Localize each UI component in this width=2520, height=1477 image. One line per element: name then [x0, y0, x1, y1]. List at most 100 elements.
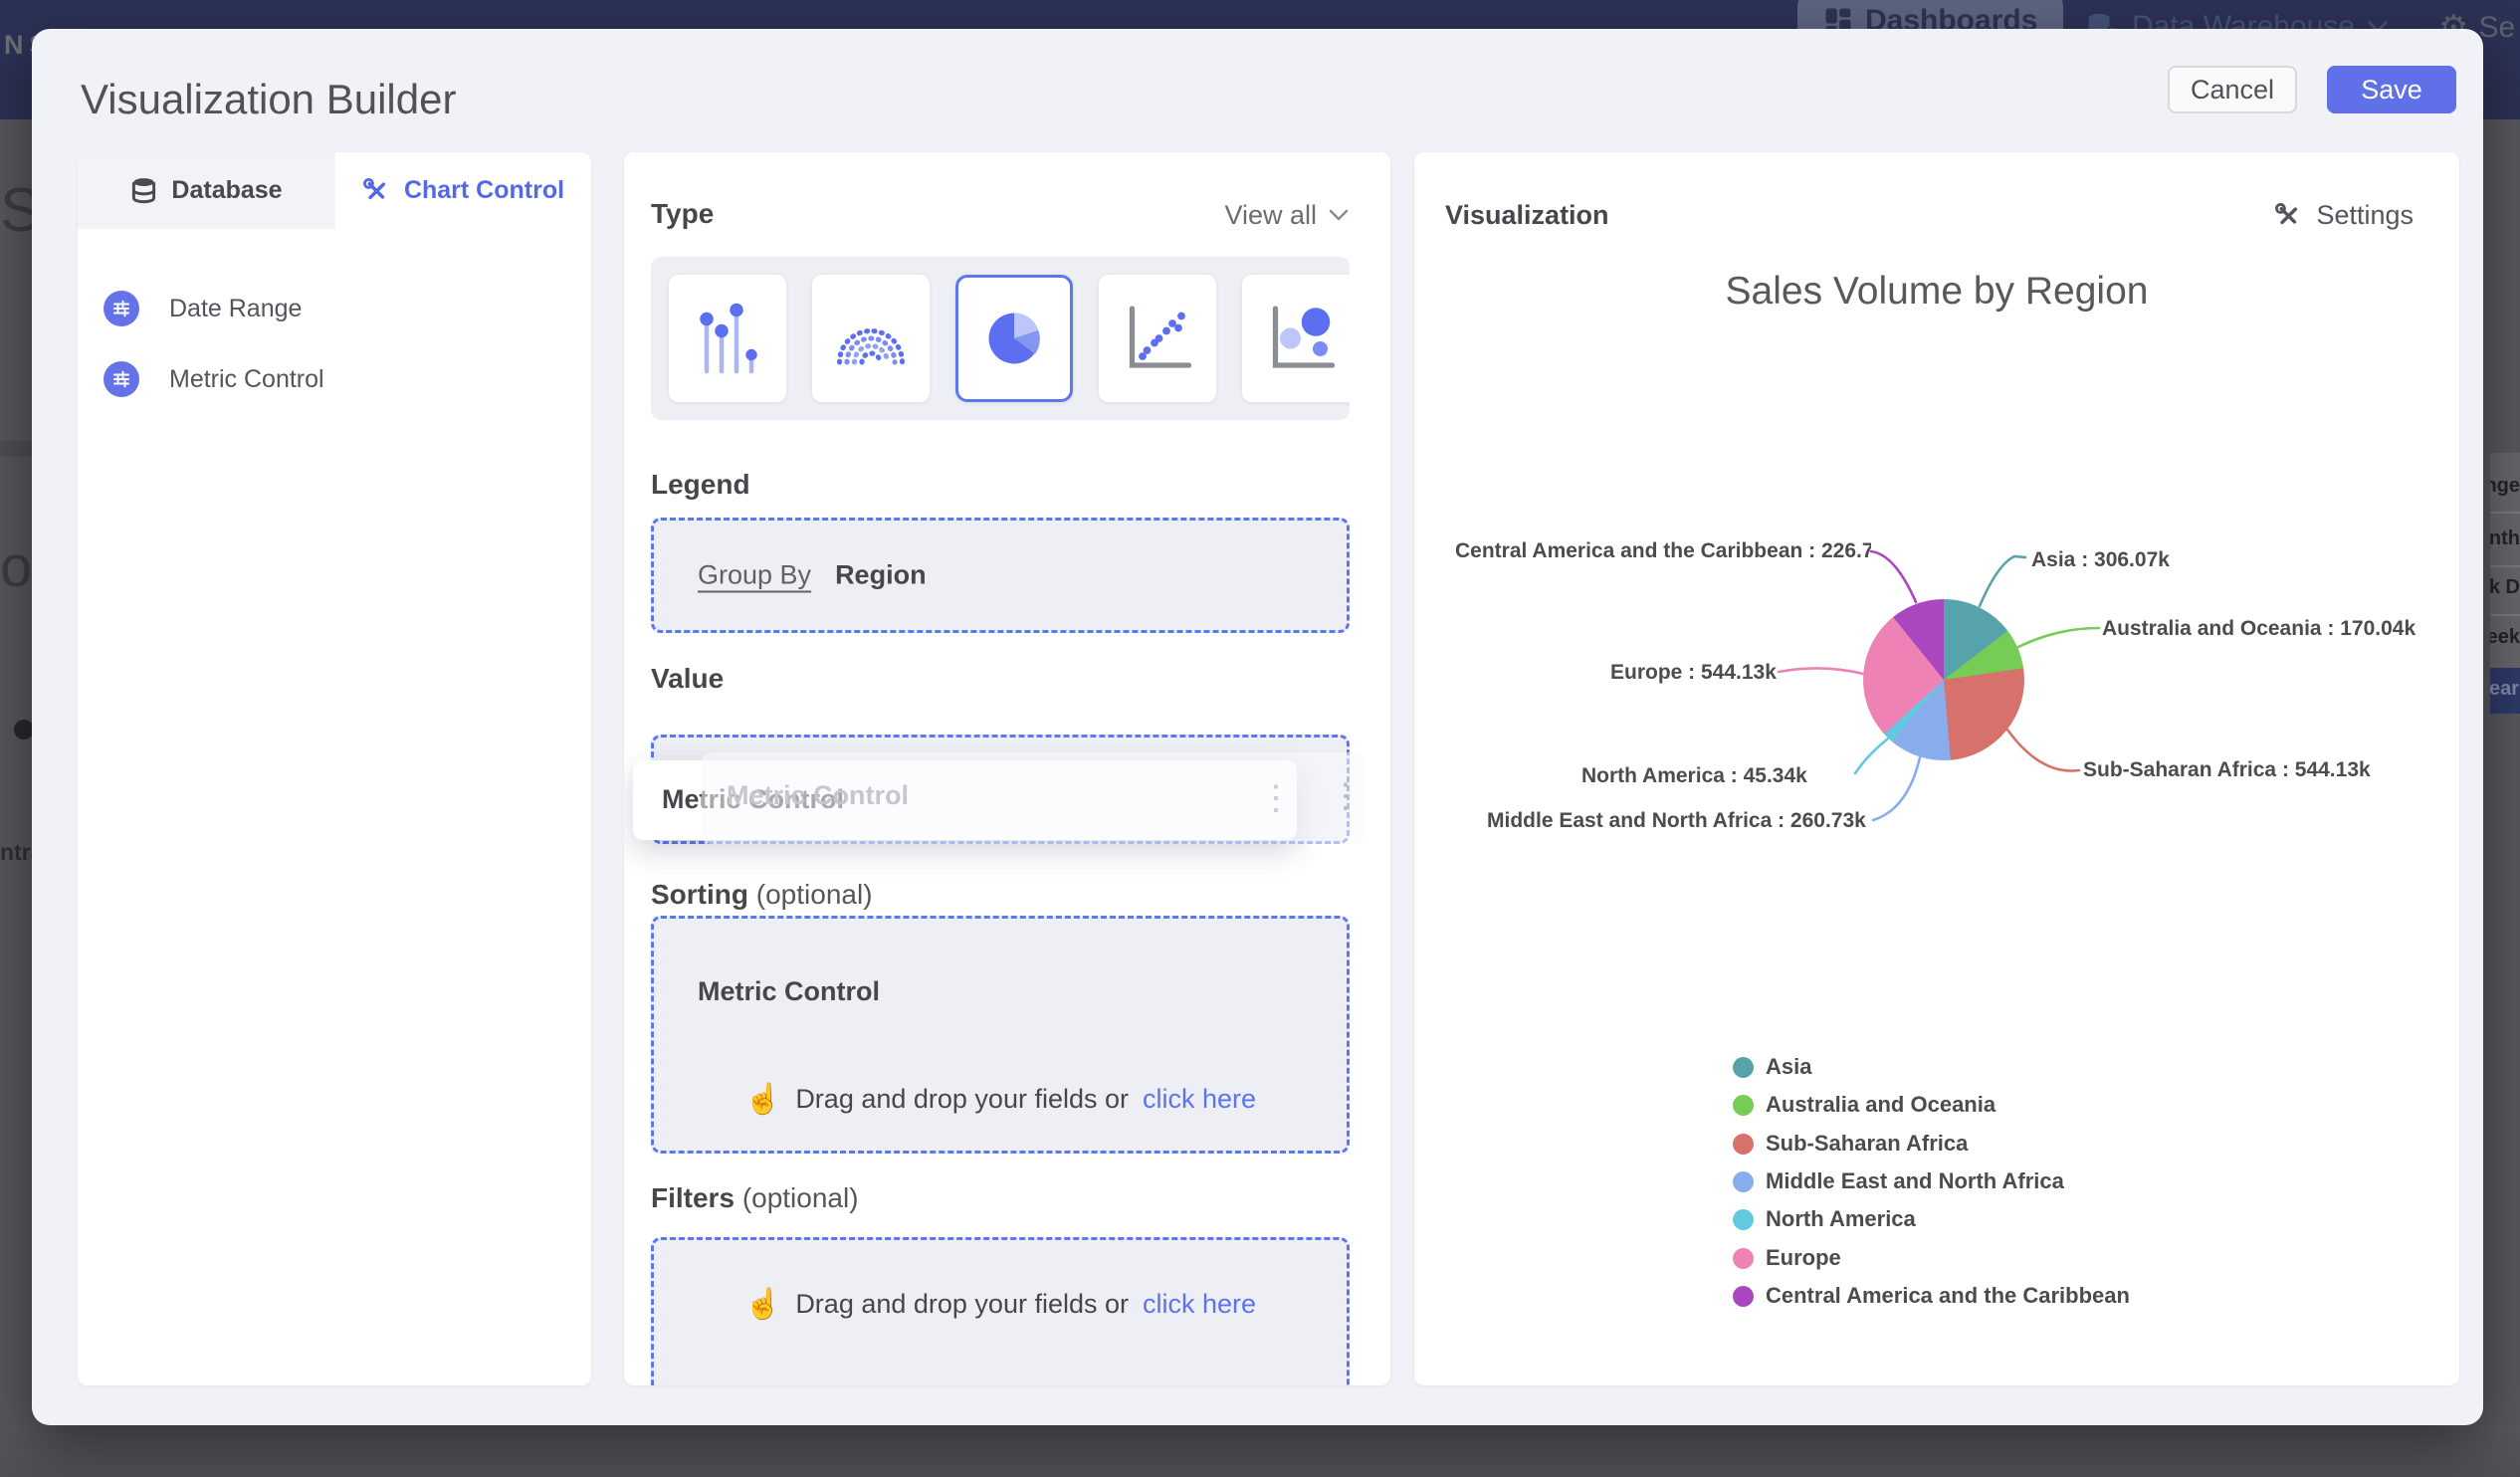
legend-dot	[1733, 1247, 1754, 1269]
tab-database-label: Database	[171, 176, 283, 204]
metric-control-chip-ghost: Metric Control ⋮	[702, 752, 1364, 844]
sorting-chip-label: Metric Control	[698, 976, 881, 1006]
pie-label-sub-saharan-africa: Sub-Saharan Africa : 544.13k	[2083, 758, 2371, 781]
type-card-pie[interactable]	[955, 275, 1073, 402]
pie-label-europe: Europe : 544.13k	[1610, 661, 1777, 684]
control-item-metric-control[interactable]: Metric Control	[104, 361, 324, 397]
legend-item-middle-east-north-africa[interactable]: Middle East and North Africa	[1733, 1166, 2064, 1196]
chevron-down-icon	[1329, 209, 1349, 221]
save-button[interactable]: Save	[2327, 66, 2456, 113]
tab-database[interactable]: Database	[78, 152, 335, 229]
control-item-label: Metric Control	[169, 364, 324, 393]
legend-drop-zone[interactable]: Group By Region	[651, 518, 1350, 633]
settings-button[interactable]: Settings	[2274, 200, 2414, 231]
pie-label-middle-east-north-africa: Middle East and North Africa : 260.73k	[1487, 809, 1866, 832]
pie-chart[interactable]	[1863, 599, 2024, 760]
tab-chart-control-label: Chart Control	[403, 176, 565, 204]
menu-divider	[2490, 512, 2520, 514]
visualization-panel: Visualization Settings Sales Volume by R…	[1414, 152, 2459, 1385]
legend-item-europe[interactable]: Europe	[1733, 1243, 1841, 1273]
group-by-value: Region	[835, 559, 927, 590]
visualization-builder-modal: Visualization Builder Cancel Save Databa…	[32, 29, 2483, 1425]
menu-divider	[2490, 565, 2520, 567]
type-card-lollipop[interactable]	[669, 275, 786, 402]
tools-icon	[362, 177, 385, 199]
click-here-link[interactable]: click here	[1143, 1084, 1256, 1115]
chip-ghost-label: Metric Control	[727, 780, 910, 810]
drag-drop-hint: ☝ Drag and drop your fields or click her…	[654, 1287, 1347, 1322]
pointer-hand-icon: ☝	[743, 1083, 782, 1116]
type-card-scatter[interactable]	[1099, 275, 1216, 402]
chart-type-row	[651, 257, 1350, 420]
legend-label: Central America and the Caribbean	[1766, 1283, 2130, 1308]
menu-item-selected[interactable]: ear	[2490, 668, 2520, 714]
backdrop-bullet	[14, 720, 34, 739]
legend-label: North America	[1766, 1206, 1916, 1231]
drop-text: Drag and drop your fields or	[795, 1289, 1129, 1319]
lollipop-chart-icon	[700, 303, 757, 374]
scatter-chart-icon	[1129, 306, 1192, 368]
legend-label: Sub-Saharan Africa	[1766, 1131, 1969, 1156]
type-card-arc[interactable]	[812, 275, 930, 402]
group-by-row: Group By Region	[698, 560, 927, 591]
sorting-drop-zone[interactable]: Metric Control ☝ Drag and drop your fiel…	[651, 916, 1350, 1154]
legend-item-sub-saharan-africa[interactable]: Sub-Saharan Africa	[1733, 1129, 1968, 1159]
sliders-icon	[104, 361, 139, 397]
menu-item[interactable]: eek	[2490, 626, 2520, 652]
legend-dot	[1733, 1285, 1754, 1307]
legend-dot	[1733, 1170, 1754, 1192]
sliders-icon	[104, 291, 139, 326]
database-icon	[132, 178, 156, 204]
visualization-heading: Visualization	[1445, 200, 1609, 230]
backdrop-divider	[0, 441, 32, 457]
view-all-dropdown[interactable]: View all	[1224, 200, 1349, 231]
group-by-label[interactable]: Group By	[698, 560, 811, 591]
legend-item-north-america[interactable]: North America	[1733, 1204, 1916, 1234]
value-drop-zone[interactable]: Metric Control ⋮ Metric Control ⋮	[633, 735, 1364, 844]
value-heading: Value	[651, 663, 725, 694]
legend-item-australia-oceania[interactable]: Australia and Oceania	[1733, 1090, 1995, 1120]
legend-item-asia[interactable]: Asia	[1733, 1052, 1811, 1082]
pie-chart-icon	[988, 313, 1040, 364]
menu-item[interactable]: nge	[2490, 475, 2520, 501]
view-all-label: View all	[1224, 200, 1317, 230]
click-here-link[interactable]: click here	[1143, 1289, 1256, 1320]
legend-label: Europe	[1766, 1245, 1841, 1270]
pie-label-central-america: Central America and the Caribbean : 226.…	[1455, 539, 1871, 562]
pie-label-asia: Asia : 306.07k	[2031, 548, 2170, 571]
legend-label: Australia and Oceania	[1766, 1092, 1996, 1117]
menu-item[interactable]: nth	[2490, 528, 2520, 553]
sorting-heading: Sorting (optional)	[651, 879, 873, 910]
backdrop-bottom	[0, 1425, 2520, 1477]
drop-text: Drag and drop your fields or	[795, 1084, 1129, 1114]
menu-divider	[2490, 614, 2520, 616]
legend-item-central-america[interactable]: Central America and the Caribbean	[1733, 1281, 2130, 1311]
legend-dot	[1733, 1056, 1754, 1078]
legend-label: Asia	[1766, 1054, 1812, 1079]
modal-title: Visualization Builder	[81, 76, 457, 122]
kebab-menu-icon: ⋮	[1329, 777, 1363, 815]
pie-label-australia-oceania: Australia and Oceania : 170.04k	[2102, 617, 2416, 640]
legend-dot	[1733, 1094, 1754, 1116]
chart-title: Sales Volume by Region	[1725, 270, 2149, 313]
control-item-label: Date Range	[169, 294, 303, 322]
menu-item[interactable]: k D	[2490, 576, 2520, 602]
type-heading: Type	[651, 198, 715, 229]
legend-label: Middle East and North Africa	[1766, 1168, 2064, 1193]
control-item-date-range[interactable]: Date Range	[104, 291, 302, 326]
tools-icon	[2275, 202, 2298, 224]
controls-panel: Database Chart Control Date Range Metric…	[78, 152, 591, 1385]
type-card-bubble[interactable]	[1242, 275, 1350, 402]
pie-label-north-america: North America : 45.34k	[1581, 764, 1807, 787]
nav-settings-label: Se	[2478, 11, 2516, 44]
arc-dots-chart-icon	[836, 327, 906, 365]
pointer-hand-icon: ☝	[743, 1288, 782, 1321]
tab-chart-control[interactable]: Chart Control	[335, 152, 591, 229]
legend-dot	[1733, 1133, 1754, 1155]
legend-dot	[1733, 1208, 1754, 1230]
filters-drop-zone[interactable]: ☝ Drag and drop your fields or click her…	[651, 1237, 1350, 1385]
settings-label: Settings	[2316, 200, 2414, 230]
cancel-button[interactable]: Cancel	[2168, 66, 2297, 113]
chart-config-panel: Type View all Legend Group By Region Val…	[624, 152, 1390, 1385]
bubble-chart-icon	[1272, 306, 1336, 368]
